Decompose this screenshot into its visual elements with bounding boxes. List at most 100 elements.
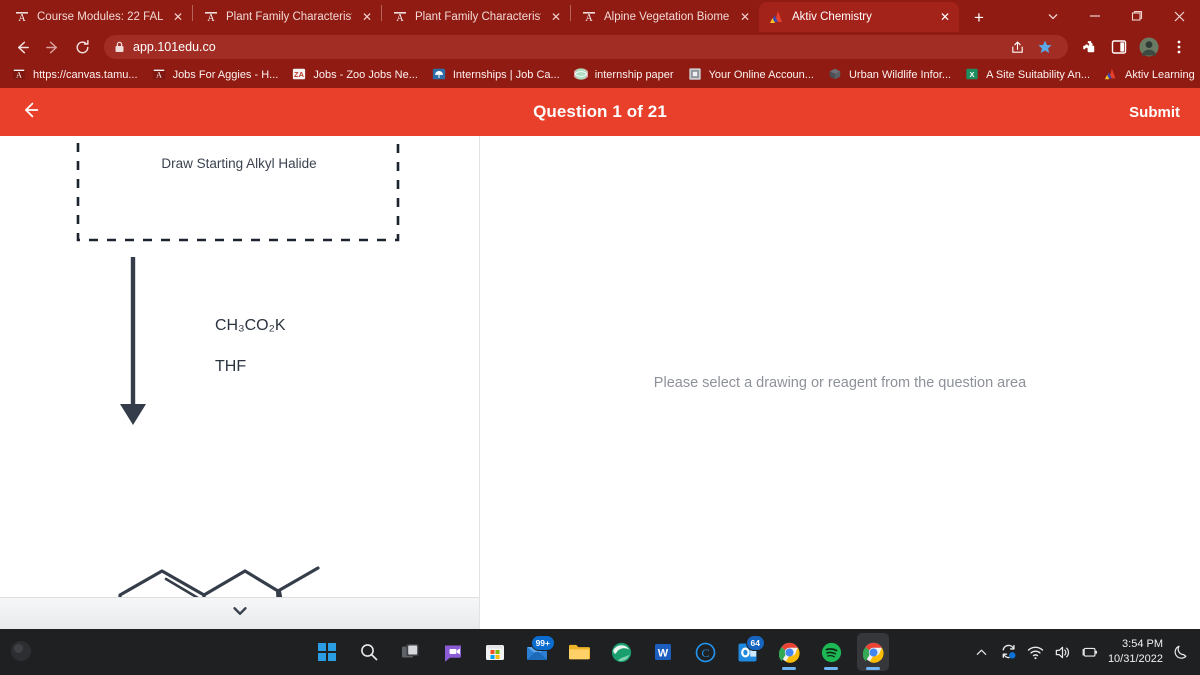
chat-icon	[445, 645, 461, 662]
svg-text:A: A	[156, 71, 162, 80]
answer-panel[interactable]: Please select a drawing or reagent from …	[480, 136, 1200, 629]
bookmark-item[interactable]: Your Online Accoun...	[682, 65, 820, 85]
svg-text:W: W	[658, 648, 669, 660]
share-icon[interactable]	[1004, 35, 1030, 59]
edge-button[interactable]	[605, 633, 637, 671]
draw-prompt-label: Draw Starting Alkyl Halide	[161, 156, 316, 171]
mail-button[interactable]: 99+	[521, 633, 555, 671]
new-tab-button[interactable]: +	[965, 3, 993, 31]
moon-icon[interactable]	[1172, 643, 1190, 661]
volume-icon[interactable]	[1054, 643, 1072, 661]
chevron-down-icon[interactable]	[1032, 0, 1074, 32]
excel-icon: X	[965, 67, 981, 83]
tab-title: Plant Family Characteristics -	[415, 11, 541, 23]
close-icon[interactable]: ✕	[937, 9, 953, 25]
tamu-icon: A	[12, 67, 28, 83]
bookmark-item[interactable]: internship paper	[568, 65, 680, 85]
outlook-button[interactable]: 64	[731, 633, 765, 671]
battery-icon[interactable]	[1081, 643, 1099, 661]
chevron-down-icon[interactable]	[230, 601, 250, 626]
folder-icon	[569, 644, 590, 660]
svg-text:ZA: ZA	[294, 70, 305, 79]
start-button[interactable]	[311, 633, 343, 671]
bookmark-item[interactable]: A https://canvas.tamu...	[6, 65, 144, 85]
minimize-icon[interactable]	[1074, 0, 1116, 32]
reaction-arrow	[120, 257, 146, 425]
forward-icon[interactable]	[38, 34, 66, 60]
word-icon: W	[655, 644, 671, 660]
lock-icon	[114, 41, 125, 53]
back-icon[interactable]	[8, 34, 36, 60]
chrome-icon	[862, 642, 884, 663]
svg-text:A: A	[585, 13, 593, 24]
close-icon[interactable]: ✕	[359, 9, 375, 25]
task-view-icon	[402, 644, 419, 658]
search-icon	[361, 644, 378, 661]
question-panel-footer	[0, 597, 479, 629]
close-icon[interactable]: ✕	[737, 9, 753, 25]
spotify-button[interactable]	[815, 633, 847, 671]
store-icon	[486, 645, 504, 660]
browser-tab-5-active[interactable]: Aktiv Chemistry ✕	[759, 2, 959, 32]
bookmark-label: Your Online Accoun...	[708, 69, 814, 81]
wifi-icon[interactable]	[1027, 643, 1045, 661]
bookmark-star-icon[interactable]	[1032, 35, 1058, 59]
task-view-button[interactable]	[395, 633, 427, 671]
tamu-icon: A	[203, 9, 219, 25]
bookmark-item[interactable]: Urban Wildlife Infor...	[822, 65, 957, 85]
copilot-button[interactable]: C	[689, 633, 721, 671]
browser-tab-3[interactable]: A Plant Family Characteristics - ✕	[382, 2, 570, 32]
toolbar-extension-icons	[1076, 35, 1192, 59]
taskbar-clock[interactable]: 3:54 PM 10/31/2022	[1108, 637, 1163, 667]
bookmark-item[interactable]: X A Site Suitability An...	[959, 65, 1096, 85]
bookmark-item[interactable]: Aktiv Learning	[1098, 65, 1200, 85]
bookmark-item[interactable]: ZA Jobs - Zoo Jobs Ne...	[286, 65, 424, 85]
tab-title: Plant Family Characteristics -	[226, 11, 352, 23]
browser-window: A Course Modules: 22 FALL RW ✕ A Plant F…	[0, 0, 1200, 629]
gray-square-icon	[688, 67, 704, 83]
extensions-puzzle-icon[interactable]	[1076, 35, 1102, 59]
chevron-up-icon[interactable]	[973, 643, 991, 661]
bookmark-label: Jobs - Zoo Jobs Ne...	[313, 69, 418, 81]
address-bar[interactable]: app.101edu.co	[104, 35, 1068, 59]
onedrive-sync-icon[interactable]	[1000, 643, 1018, 661]
teams-chat-button[interactable]	[437, 633, 469, 671]
chrome-icon	[778, 642, 800, 663]
file-explorer-button[interactable]	[563, 633, 595, 671]
browser-tab-1[interactable]: A Course Modules: 22 FALL RW ✕	[4, 2, 192, 32]
tamu-icon: A	[152, 67, 168, 83]
microsoft-store-button[interactable]	[479, 633, 511, 671]
chrome-active-button[interactable]	[857, 633, 889, 671]
word-button[interactable]: W	[647, 633, 679, 671]
svg-text:X: X	[970, 70, 975, 79]
reload-icon[interactable]	[68, 34, 96, 60]
omnibox-actions	[1004, 35, 1058, 59]
svg-text:A: A	[18, 13, 26, 24]
chrome-menu-icon[interactable]	[1166, 35, 1192, 59]
windows-logo-icon	[318, 643, 336, 661]
tamu-icon: A	[581, 9, 597, 25]
tab-title: Aktiv Chemistry	[792, 11, 872, 23]
browser-tab-4[interactable]: A Alpine Vegetation Biome.pdf ✕	[571, 2, 759, 32]
close-icon[interactable]	[1158, 0, 1200, 32]
close-icon[interactable]: ✕	[170, 9, 186, 25]
browser-tab-2[interactable]: A Plant Family Characteristics - ✕	[193, 2, 381, 32]
submit-button[interactable]: Submit	[1129, 104, 1180, 121]
web-page: Question 1 of 21 Submit Draw Starting Al…	[0, 88, 1200, 629]
reaction-scheme-canvas[interactable]: O O Draw Starting Alkyl Halide CH₃CO₂K T…	[0, 136, 479, 629]
profile-avatar[interactable]	[1136, 35, 1162, 59]
chrome-button[interactable]	[773, 633, 805, 671]
bookmarks-bar: A https://canvas.tamu... A Jobs For Aggi…	[0, 62, 1200, 88]
tab-title: Course Modules: 22 FALL RW	[37, 11, 163, 23]
desktop-orb-icon	[10, 640, 32, 667]
search-button[interactable]	[353, 633, 385, 671]
arrow-left-icon[interactable]	[20, 99, 42, 125]
globe-green-icon	[572, 67, 590, 83]
restore-icon[interactable]	[1116, 0, 1158, 32]
bookmark-item[interactable]: Internships | Job Ca...	[426, 65, 566, 85]
svg-text:A: A	[207, 13, 215, 24]
reagent-label-1: CH₃CO₂K	[215, 317, 286, 334]
close-icon[interactable]: ✕	[548, 9, 564, 25]
sidepanel-icon[interactable]	[1106, 35, 1132, 59]
bookmark-item[interactable]: A Jobs For Aggies - H...	[146, 65, 285, 85]
